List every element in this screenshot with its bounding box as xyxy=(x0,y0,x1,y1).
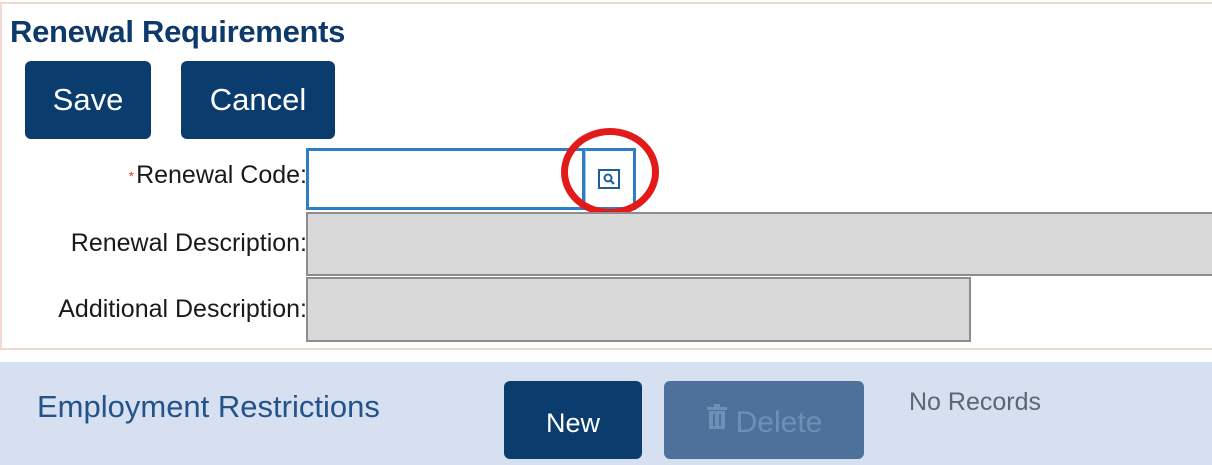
additional-description-field xyxy=(306,277,971,342)
additional-description-label: Additional Description: xyxy=(58,295,307,323)
renewal-code-label: *Renewal Code: xyxy=(129,161,307,190)
renewal-code-lookup-button[interactable] xyxy=(585,148,636,210)
records-status: No Records xyxy=(909,388,1041,416)
renewal-code-input[interactable] xyxy=(306,148,585,210)
new-button[interactable]: New xyxy=(504,381,642,459)
renewal-code-label-text: Renewal Code: xyxy=(136,161,307,189)
delete-button[interactable]: Delete xyxy=(664,381,864,459)
cancel-button[interactable]: Cancel xyxy=(181,61,335,139)
magnifier-glyph xyxy=(603,173,615,185)
section-title: Renewal Requirements xyxy=(10,14,346,49)
search-icon xyxy=(598,169,620,189)
page: Renewal Requirements Save Cancel *Renewa… xyxy=(0,0,1212,465)
required-marker: * xyxy=(128,168,135,184)
save-button[interactable]: Save xyxy=(25,61,151,139)
renewal-description-field xyxy=(306,212,1212,276)
employment-restrictions-title: Employment Restrictions xyxy=(37,389,380,424)
trash-icon xyxy=(706,404,728,438)
renewal-description-label: Renewal Description: xyxy=(70,229,307,257)
delete-button-label: Delete xyxy=(735,405,823,439)
